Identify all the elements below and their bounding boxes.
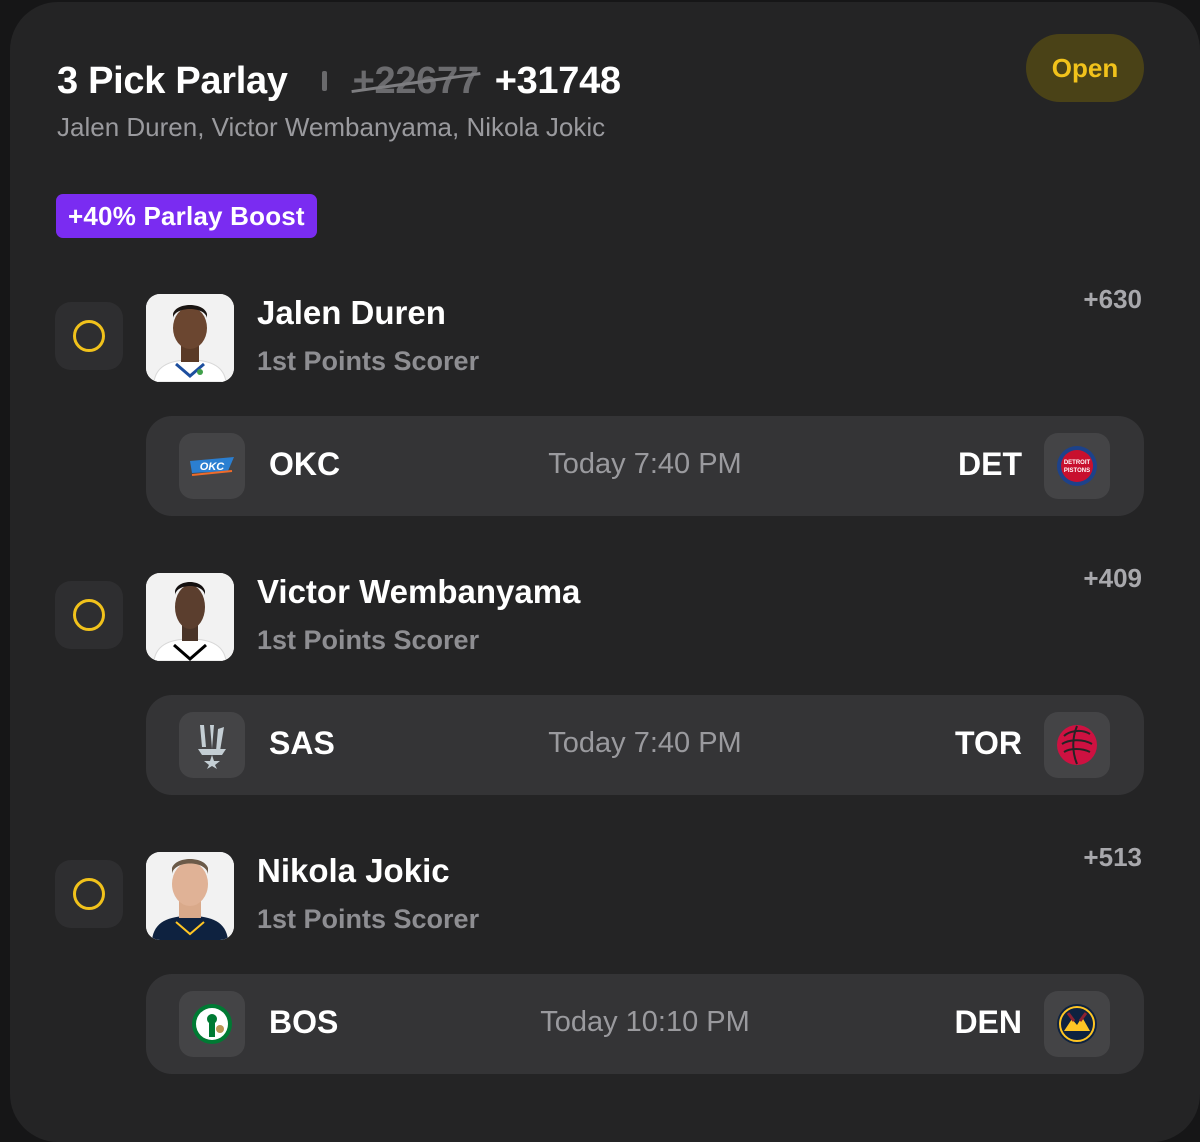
pick-row[interactable]: Jalen Duren 1st Points Scorer +630 OKC O… [10,284,1200,534]
player-headshot-avatar [146,573,234,661]
boosted-odds: +31748 [494,59,621,102]
pick-row[interactable]: Victor Wembanyama 1st Points Scorer +409… [10,563,1200,813]
pick-odds: +630 [1083,284,1142,314]
game-matchup[interactable]: BOS Today 10:10 PM DEN [146,974,1144,1074]
denver-nuggets-logo-icon [1044,991,1110,1057]
pick-status-indicator [55,581,123,649]
parlay-header: 3 Pick Parlay +22677 +31748 [57,58,621,104]
pending-circle-icon [73,320,105,352]
svg-text:DETROIT: DETROIT [1064,460,1091,466]
player-headshot-avatar [146,852,234,940]
player-market: 1st Points Scorer [257,625,480,655]
player-headshot-avatar [146,294,234,382]
parlay-title: 3 Pick Parlay [57,59,288,102]
home-team: DEN [954,1004,1022,1040]
pending-circle-icon [73,878,105,910]
svg-text:PISTONS: PISTONS [1064,468,1090,474]
player-name: Jalen Duren [257,294,446,331]
pick-status-indicator [55,860,123,928]
pending-circle-icon [73,599,105,631]
pick-odds: +409 [1083,563,1142,593]
home-team: DET [958,446,1022,482]
detroit-pistons-logo-icon: DETROIT PISTONS [1044,433,1110,499]
pick-odds: +513 [1083,842,1142,872]
player-market: 1st Points Scorer [257,346,480,376]
home-team: TOR [955,725,1022,761]
pick-status-indicator [55,302,123,370]
player-name: Victor Wembanyama [257,573,581,610]
parlay-boost-badge: +40% Parlay Boost [56,194,317,238]
pick-row[interactable]: Nikola Jokic 1st Points Scorer +513 BOS … [10,842,1200,1092]
game-matchup[interactable]: OKC OKC Today 7:40 PM DET DETROIT PISTON… [146,416,1144,516]
parlay-card[interactable]: 3 Pick Parlay +22677 +31748 Jalen Duren,… [10,2,1200,1142]
title-divider [321,71,327,91]
player-market: 1st Points Scorer [257,904,480,934]
parlay-players-summary: Jalen Duren, Victor Wembanyama, Nikola J… [57,112,606,142]
player-name: Nikola Jokic [257,852,450,889]
original-odds: +22677 [352,59,479,102]
toronto-raptors-logo-icon [1044,712,1110,778]
game-matchup[interactable]: SAS Today 7:40 PM TOR [146,695,1144,795]
status-badge: Open [1026,34,1144,102]
